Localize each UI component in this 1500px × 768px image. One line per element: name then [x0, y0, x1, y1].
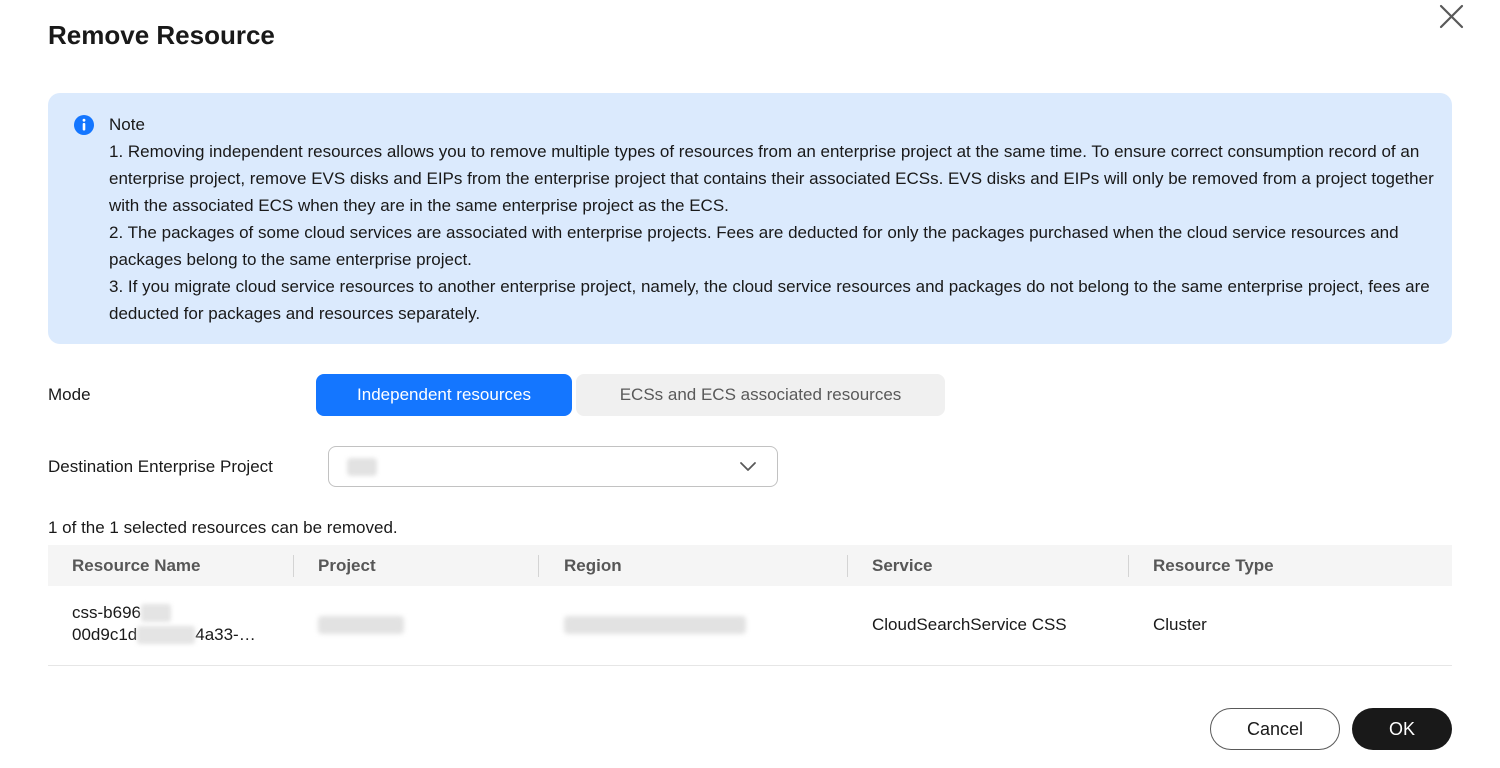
close-button[interactable]: [1436, 2, 1466, 32]
redacted-text: [140, 604, 171, 622]
cancel-button[interactable]: Cancel: [1210, 708, 1340, 750]
note-item: 2. The packages of some cloud services a…: [109, 223, 1399, 269]
destination-label: Destination Enterprise Project: [48, 457, 273, 476]
destination-project-select[interactable]: [328, 446, 778, 487]
redacted-text: [137, 626, 196, 644]
note-body: 1. Removing independent resources allows…: [109, 138, 1439, 327]
mode-option-ecs-associated-resources[interactable]: ECSs and ECS associated resources: [576, 374, 945, 416]
table-header: Resource Name Project Region Service Res…: [48, 545, 1452, 586]
note-item: 3. If you migrate cloud service resource…: [109, 277, 1430, 323]
resource-name-cell: css-b696 00d9c1d 4a33-…: [72, 602, 256, 646]
info-icon: [74, 115, 94, 135]
ok-button[interactable]: OK: [1352, 708, 1452, 750]
close-icon: [1439, 4, 1464, 29]
resource-type-cell: Cluster: [1153, 615, 1207, 634]
resource-name-part: 00d9c1d: [72, 625, 138, 644]
note-item: 1. Removing independent resources allows…: [109, 142, 1434, 215]
table-row: css-b696 00d9c1d 4a33-… CloudSearchServi…: [48, 586, 1452, 666]
column-resource-type: Resource Type: [1153, 556, 1274, 575]
column-divider: [293, 555, 294, 577]
selection-summary: 1 of the 1 selected resources can be rem…: [48, 518, 398, 537]
resource-name-part: 4a33-…: [195, 625, 256, 644]
selected-project-value-redacted: [347, 458, 377, 476]
mode-toggle: Independent resources ECSs and ECS assoc…: [316, 374, 945, 416]
note-title: Note: [109, 115, 145, 134]
column-divider: [538, 555, 539, 577]
column-divider: [847, 555, 848, 577]
resource-name-part: css-b696: [72, 603, 141, 622]
column-service: Service: [872, 556, 933, 575]
region-cell-redacted: [564, 616, 746, 634]
column-project: Project: [318, 556, 376, 575]
chevron-down-icon: [740, 462, 756, 471]
project-cell-redacted: [318, 616, 404, 634]
mode-label: Mode: [48, 385, 91, 404]
mode-option-independent-resources[interactable]: Independent resources: [316, 374, 572, 416]
column-divider: [1128, 555, 1129, 577]
column-resource-name: Resource Name: [72, 556, 201, 575]
remove-resource-dialog: Remove Resource Note 1. Removing indepen…: [0, 0, 1500, 768]
service-cell: CloudSearchService CSS: [872, 615, 1067, 634]
resource-table: Resource Name Project Region Service Res…: [48, 545, 1452, 666]
dialog-title: Remove Resource: [48, 20, 275, 50]
column-region: Region: [564, 556, 622, 575]
note-panel: Note 1. Removing independent resources a…: [48, 93, 1452, 344]
